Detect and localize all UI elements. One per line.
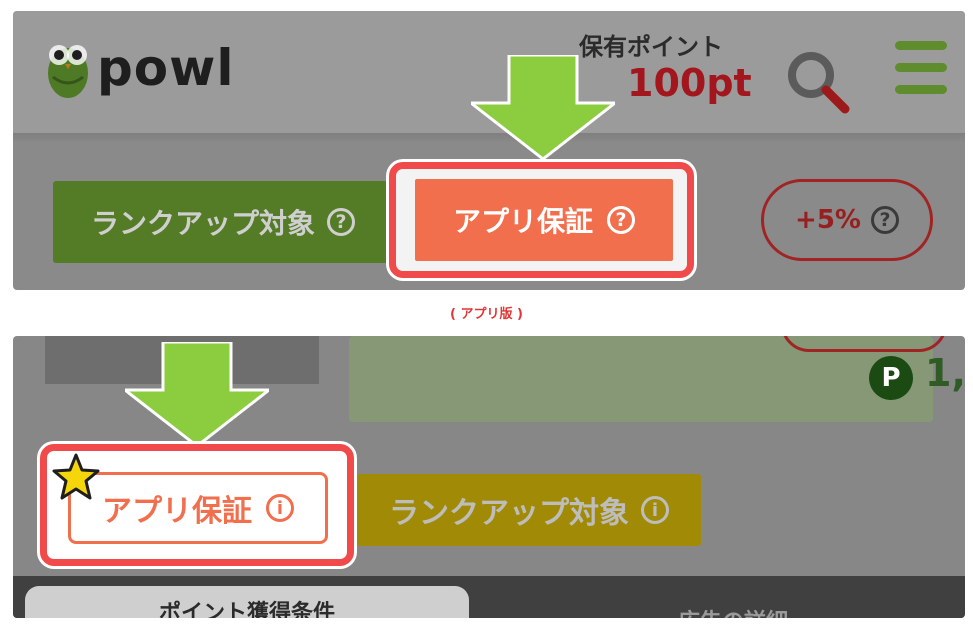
arrow-down-icon — [471, 55, 615, 159]
rank-up-tag[interactable]: ランクアップ対象 ? — [53, 181, 393, 263]
hamburger-menu-icon[interactable] — [895, 41, 949, 99]
app-guarantee-tag[interactable]: アプリ保証 i — [68, 472, 328, 544]
app-guarantee-label: アプリ保証 — [452, 205, 593, 238]
app-guarantee-label: アプリ保証 — [102, 494, 252, 529]
app-version-screenshot: P 1,000pt アプリ保証 i ランクアップ対象 i ポイント獲得条件 広告… — [13, 336, 965, 618]
bonus-percent-label: +5% — [795, 205, 861, 235]
rank-up-tag[interactable]: ランクアップ対象 i — [357, 474, 701, 546]
bonus-tag-partial[interactable] — [781, 336, 947, 352]
owl-icon — [48, 45, 88, 98]
help-icon[interactable]: ? — [870, 206, 899, 234]
rank-up-label: ランクアップ対象 — [389, 496, 629, 531]
arrow-down-icon — [125, 342, 269, 446]
bonus-points: 1,000pt — [925, 351, 965, 395]
caption-app-version: ( アプリ版 ) — [450, 307, 523, 322]
logo-text: powl — [97, 39, 235, 97]
tab-point-conditions[interactable]: ポイント獲得条件 — [25, 586, 469, 618]
info-icon[interactable]: i — [266, 494, 294, 522]
search-icon[interactable] — [783, 47, 853, 117]
star-icon — [52, 453, 100, 500]
help-icon[interactable]: ? — [327, 208, 355, 236]
web-version-screenshot: powl 保有ポイント 100pt ランクアップ対象 ? アプリ保証 ? +5%… — [13, 11, 965, 290]
app-guarantee-tag[interactable]: アプリ保証 ? — [415, 179, 673, 261]
points-value: 100pt — [627, 61, 752, 105]
info-icon[interactable]: i — [641, 496, 669, 524]
tab-ad-details[interactable]: 広告の詳細 — [613, 604, 853, 618]
rank-up-label: ランクアップ対象 — [90, 207, 315, 240]
bonus-percent-tag[interactable]: +5% ? — [761, 179, 933, 261]
point-coin-icon: P — [869, 356, 913, 400]
help-icon[interactable]: ? — [607, 206, 635, 234]
powl-logo[interactable]: powl — [45, 37, 234, 99]
